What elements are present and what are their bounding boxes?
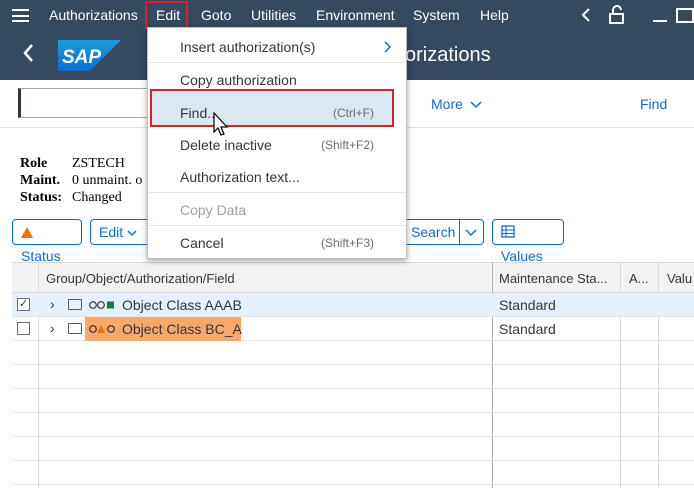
maint-label: Maint.	[20, 173, 61, 188]
status-label: Status:	[20, 190, 63, 205]
status-row: Status: Changed	[20, 190, 122, 206]
lock-icon[interactable]	[608, 5, 626, 25]
menu-separator	[148, 225, 406, 226]
back-arrow-icon	[23, 44, 33, 62]
row-checkbox[interactable]: ✓	[17, 298, 30, 311]
empty-row	[12, 365, 694, 389]
find-button[interactable]: Find	[640, 96, 667, 112]
search-button[interactable]: Search	[400, 219, 460, 245]
row-name: Object Class BC_A	[122, 321, 242, 337]
row-checkbox[interactable]	[17, 322, 30, 335]
menu-item-find[interactable]: Find... (Ctrl+F)	[148, 97, 406, 127]
folder-icon	[68, 323, 82, 334]
expand-chevron-icon[interactable]: ›	[50, 320, 55, 336]
empty-row	[12, 341, 694, 365]
edit-button-label: Edit	[99, 224, 124, 240]
menu-separator	[148, 192, 406, 193]
maximize-icon[interactable]	[676, 7, 694, 23]
menu-authorizations[interactable]: Authorizations	[49, 0, 138, 31]
menu-system[interactable]: System	[413, 0, 460, 31]
chevron-down-icon	[470, 101, 482, 109]
maint-value: 0 unmaint. o	[72, 173, 143, 188]
more-button[interactable]: More	[431, 96, 482, 112]
table-icon	[501, 225, 515, 238]
status-lights-icon	[89, 325, 115, 333]
warning-triangle-icon	[21, 227, 33, 238]
back-button[interactable]	[22, 43, 34, 69]
chevron-right-icon	[384, 41, 392, 53]
chevron-down-icon	[127, 230, 137, 237]
chevron-down-icon	[465, 229, 477, 237]
folder-icon	[68, 299, 82, 310]
status-value: Changed	[72, 190, 122, 205]
menu-item-insert-authorization[interactable]: Insert authorization(s)	[148, 31, 406, 61]
sap-logo: SAP	[58, 40, 121, 71]
chevron-left-icon[interactable]	[580, 7, 592, 23]
mouse-cursor-icon	[213, 112, 229, 136]
page-title: orizations	[405, 44, 491, 66]
edit-button[interactable]: Edit	[90, 219, 150, 245]
column-header-a[interactable]: A...	[629, 271, 649, 286]
table-row[interactable]: ✓ › Object Class AAAB Standard	[12, 293, 694, 317]
row-name: Object Class AAAB	[122, 297, 242, 313]
status-button[interactable]: Status	[12, 219, 82, 264]
svg-text:SAP: SAP	[62, 47, 101, 68]
maint-row: Maint. 0 unmaint. o	[20, 173, 142, 189]
expand-chevron-icon[interactable]: ›	[50, 296, 55, 312]
menu-item-delete-inactive[interactable]: Delete inactive (Shift+F2)	[148, 129, 406, 159]
row-maintenance: Standard	[499, 321, 556, 337]
empty-row	[12, 413, 694, 437]
column-header-group[interactable]: Group/Object/Authorization/Field	[46, 271, 235, 286]
role-row: Role ZSTECH	[20, 156, 125, 172]
search-dropdown-button[interactable]	[459, 219, 484, 245]
menu-item-authorization-text[interactable]: Authorization text...	[148, 161, 406, 191]
row-maintenance: Standard	[499, 297, 556, 313]
values-button[interactable]: Values	[492, 219, 564, 264]
status-lights-icon	[89, 301, 114, 309]
authorization-tree-table: Group/Object/Authorization/Field Mainten…	[12, 262, 694, 488]
role-label: Role	[20, 156, 48, 171]
edit-dropdown-menu: Insert authorization(s) Copy authorizati…	[147, 27, 407, 259]
hamburger-menu-icon[interactable]	[12, 9, 29, 22]
minimize-icon[interactable]	[652, 7, 668, 23]
empty-row	[12, 437, 694, 461]
menu-item-cancel[interactable]: Cancel (Shift+F3)	[148, 227, 406, 257]
table-row[interactable]: › Object Class BC_A Standard	[12, 317, 694, 341]
table-header: Group/Object/Authorization/Field Mainten…	[12, 262, 694, 293]
role-value: ZSTECH	[72, 156, 125, 171]
column-header-maintenance[interactable]: Maintenance Sta...	[499, 271, 607, 286]
command-field[interactable]	[18, 88, 153, 118]
menu-help[interactable]: Help	[480, 0, 509, 31]
more-label: More	[431, 96, 463, 112]
empty-row	[12, 461, 694, 485]
edit-menu-highlight	[145, 1, 188, 29]
menu-separator	[148, 62, 406, 63]
column-header-value[interactable]: Valu	[667, 271, 692, 286]
empty-row	[12, 389, 694, 413]
menu-item-copy-data: Copy Data	[180, 202, 247, 218]
